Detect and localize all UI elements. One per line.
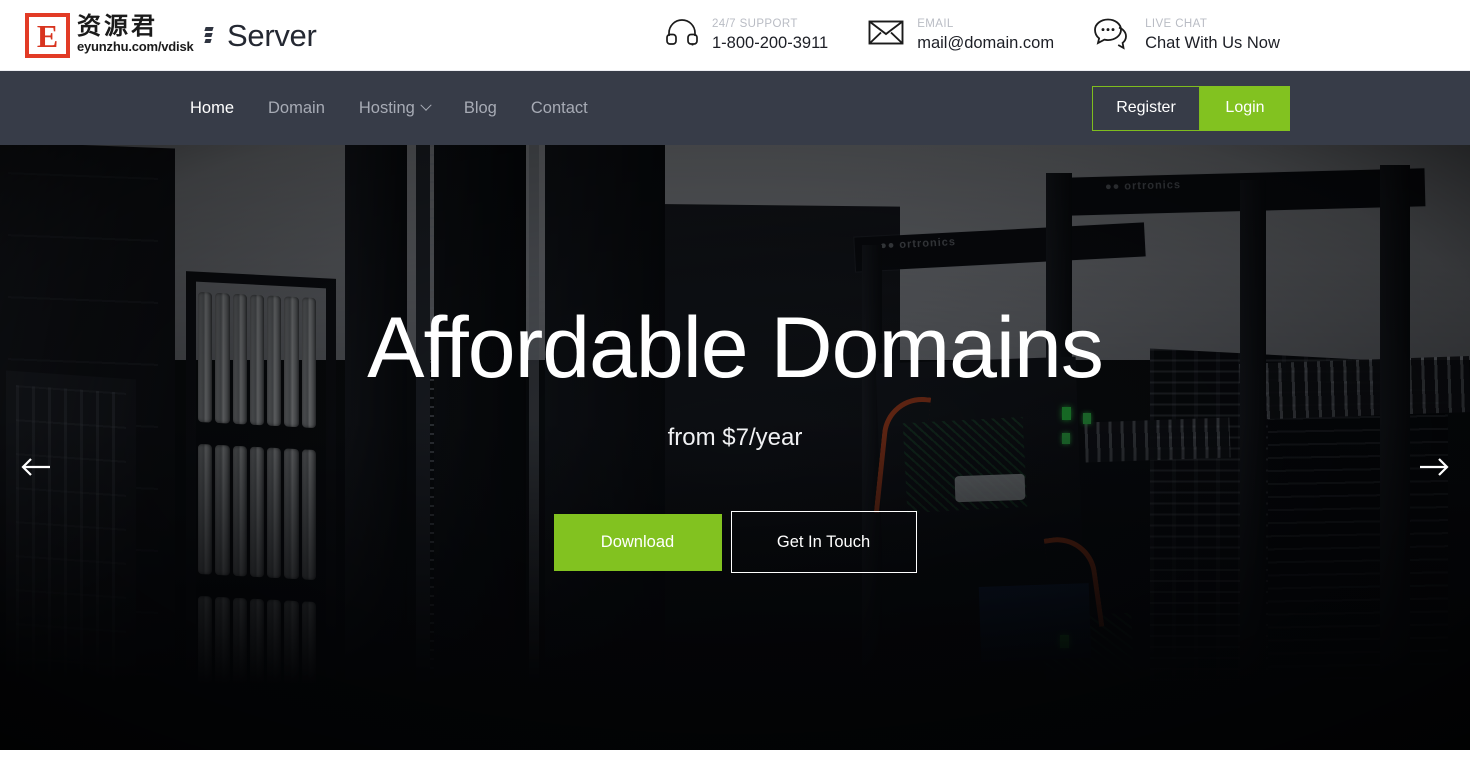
nav-item-hosting-label: Hosting xyxy=(358,98,415,117)
page-root: Server 24/7 SUPPORT 1-800-200-3911 EMAIL… xyxy=(0,0,1470,780)
nav-item-home-label: Home xyxy=(190,98,235,117)
chevron-down-icon xyxy=(420,99,432,111)
nav-item-domain-label: Domain xyxy=(268,98,325,117)
hero-slider: ●● ortronics ●● ortronics xyxy=(0,145,1470,750)
contact-value-support: 1-800-200-3911 xyxy=(712,33,829,52)
hero-headline: Affordable Domains xyxy=(367,300,1104,396)
nav-item-blog[interactable]: Blog xyxy=(464,99,497,118)
register-button[interactable]: Register xyxy=(1092,85,1200,131)
nav-link-list: Home Domain Hosting Blog Contact xyxy=(190,99,588,118)
download-button[interactable]: Download xyxy=(553,513,722,571)
hero-button-group: Download Get In Touch xyxy=(553,511,917,573)
hero-content: Affordable Domains from $7/year Download… xyxy=(0,145,1470,750)
nav-item-hosting[interactable]: Hosting xyxy=(358,98,432,118)
headset-icon xyxy=(665,18,699,52)
nav-item-home[interactable]: Home xyxy=(190,99,234,118)
site-title: Server xyxy=(227,17,317,53)
slider-next-button[interactable] xyxy=(1412,446,1456,490)
nav-item-contact-label: Contact xyxy=(530,98,588,117)
contact-item-support[interactable]: 24/7 SUPPORT 1-800-200-3911 xyxy=(665,18,828,52)
nav-item-blog-label: Blog xyxy=(463,98,497,117)
chat-bubbles-icon xyxy=(1094,16,1132,55)
arrow-right-icon xyxy=(1419,457,1449,479)
brand-area[interactable]: Server xyxy=(0,0,430,71)
main-navigation-bar: Home Domain Hosting Blog Contact Registe… xyxy=(0,71,1470,145)
hero-subheadline: from $7/year xyxy=(667,424,803,451)
contact-label-support: 24/7 SUPPORT xyxy=(712,18,798,31)
arrow-left-icon xyxy=(21,457,51,479)
contact-item-email[interactable]: EMAIL mail@domain.com xyxy=(868,18,1054,52)
nav-action-buttons: Register Login xyxy=(1092,85,1290,131)
envelope-icon xyxy=(868,19,904,51)
page-bottom-strip xyxy=(0,750,1470,780)
top-header-bar: Server 24/7 SUPPORT 1-800-200-3911 EMAIL… xyxy=(0,0,1470,71)
get-in-touch-button[interactable]: Get In Touch xyxy=(730,511,917,573)
login-button[interactable]: Login xyxy=(1200,85,1290,131)
contact-label-livechat: LIVE CHAT xyxy=(1145,18,1208,31)
nav-item-contact[interactable]: Contact xyxy=(531,99,588,118)
contact-value-livechat: Chat With Us Now xyxy=(1145,33,1280,52)
header-contact-list: 24/7 SUPPORT 1-800-200-3911 EMAIL mail@d… xyxy=(665,16,1280,55)
contact-label-email: EMAIL xyxy=(917,18,954,31)
slider-prev-button[interactable] xyxy=(14,446,58,490)
contact-value-email: mail@domain.com xyxy=(917,33,1055,52)
nav-item-domain[interactable]: Domain xyxy=(268,99,325,118)
logo-mark-icon xyxy=(204,27,214,43)
contact-item-livechat[interactable]: LIVE CHAT Chat With Us Now xyxy=(1094,16,1280,55)
